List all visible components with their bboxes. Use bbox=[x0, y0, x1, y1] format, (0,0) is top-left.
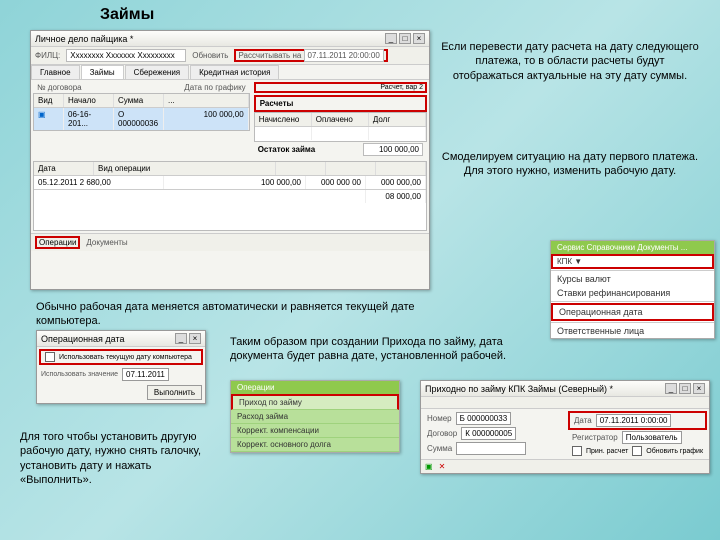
refresh-button[interactable]: Обновить bbox=[192, 51, 228, 60]
use-value-label: Использовать значение bbox=[41, 371, 118, 378]
doc-sum-label: Сумма bbox=[427, 444, 452, 453]
cell-sum: 100 000,00 bbox=[164, 108, 249, 130]
chk-calc-label: Прин. расчет bbox=[586, 448, 628, 455]
close-button[interactable]: × bbox=[413, 33, 425, 44]
chk-label: Использовать текущую дату компьютера bbox=[59, 354, 192, 361]
sched-cell-4: 08 000,00 bbox=[366, 190, 426, 203]
ops-item-corr2[interactable]: Коррект. основного долга bbox=[231, 438, 399, 452]
note-3: Обычно рабочая дата меняется автоматичес… bbox=[36, 300, 436, 329]
doc-cancel-icon[interactable]: ✕ bbox=[439, 462, 446, 471]
label-date: Дата по графику bbox=[184, 83, 245, 92]
doc-date-input[interactable]: 07.11.2011 0:00:00 bbox=[596, 414, 672, 427]
ops-item-expense[interactable]: Расход займа bbox=[231, 410, 399, 424]
menu-item-resp[interactable]: Ответственные лица bbox=[551, 324, 714, 338]
doc-date-label: Дата bbox=[574, 416, 592, 425]
col-start: Начало bbox=[64, 94, 114, 107]
ops-item-income[interactable]: Приход по займу bbox=[231, 394, 399, 410]
slide-title: Займы bbox=[100, 6, 154, 24]
section-remain: Остаток займа bbox=[258, 145, 315, 154]
menu-item-refi[interactable]: Ставки рефинансирования bbox=[551, 286, 714, 300]
min-button[interactable]: _ bbox=[385, 33, 397, 44]
ops-head[interactable]: Операции bbox=[231, 381, 399, 394]
dlg-close[interactable]: × bbox=[189, 333, 201, 344]
doc-reg-input[interactable]: Пользователь bbox=[622, 431, 682, 444]
note-2: Смоделируем ситуацию на дату первого пла… bbox=[440, 150, 700, 179]
menu-item-rates[interactable]: Курсы валют bbox=[551, 272, 714, 286]
doc-num-input[interactable]: Б 000000033 bbox=[456, 412, 512, 425]
col-charged: Начислено bbox=[255, 113, 312, 126]
sched-cell-3: 000 000,00 bbox=[366, 176, 426, 189]
use-current-checkbox[interactable] bbox=[45, 352, 55, 362]
cell-contract-ref: О 000000036 bbox=[114, 108, 164, 130]
cell-link-icon: ▣ bbox=[34, 108, 64, 130]
opdate-input[interactable]: 07.11.2011 bbox=[122, 368, 169, 381]
label-contract: № договора bbox=[37, 83, 82, 92]
section-calc: Расчеты bbox=[254, 95, 427, 112]
main-tabs: Главное Займы Сбережения Кредитная истор… bbox=[31, 65, 429, 80]
remain-value: 100 000,00 bbox=[363, 143, 423, 156]
chk-update[interactable] bbox=[632, 446, 642, 456]
highlight-calc-var: Расчет, вар 2 bbox=[254, 82, 427, 93]
main-toolbar: ФИЛЦ: Хххххххх Ххххххх Ххххххххх Обновит… bbox=[31, 47, 429, 65]
label-name: ФИЛЦ: bbox=[35, 51, 60, 60]
doc-reg-label: Регистратор bbox=[572, 433, 618, 442]
doc-window: Приходно по займу КПК Займы (Северный) *… bbox=[420, 380, 710, 474]
cell-contract-date: 06-16-201... bbox=[64, 108, 114, 130]
calc-grid: Начислено Оплачено Долг bbox=[254, 112, 427, 142]
chk-update-label: Обновить график bbox=[646, 448, 703, 455]
doc-contract-label: Договор bbox=[427, 429, 457, 438]
doc-ok-icon[interactable]: ▣ bbox=[425, 462, 433, 471]
tab-credit[interactable]: Кредитная история bbox=[190, 65, 279, 79]
ops-item-corr1[interactable]: Коррект. компенсации bbox=[231, 424, 399, 438]
menu-kpc[interactable]: КПК ▼ bbox=[551, 254, 714, 269]
schedule-grid[interactable]: Дата Вид операции 05.12.2011 2 680,00 10… bbox=[33, 161, 427, 231]
doc-num-label: Номер bbox=[427, 414, 452, 423]
sched-cell-0: 05.12.2011 2 680,00 bbox=[34, 176, 164, 189]
doc-contract-input[interactable]: К 000000005 bbox=[461, 427, 516, 440]
chk-calc[interactable] bbox=[572, 446, 582, 456]
doc-title: Приходно по займу КПК Займы (Северный) * bbox=[425, 384, 613, 394]
sched-cell-1: 100 000,00 bbox=[164, 176, 306, 189]
menu-item-opdate[interactable]: Операционная дата bbox=[551, 303, 714, 321]
col-vid: Вид bbox=[34, 94, 64, 107]
note-5: Для того чтобы установить другую рабочую… bbox=[20, 430, 220, 487]
contracts-grid[interactable]: Вид Начало Сумма ... ▣ 06-16-201... О 00… bbox=[33, 93, 250, 131]
sched-cell-2: 000 000 00 bbox=[306, 176, 366, 189]
doc-max[interactable]: □ bbox=[679, 383, 691, 394]
main-title: Личное дело пайщика * bbox=[35, 34, 133, 44]
sched-col-op: Вид операции bbox=[94, 162, 276, 175]
calc-date-input[interactable]: 07.11.2011 20:00:00 bbox=[304, 49, 384, 62]
documents-button[interactable]: Документы bbox=[86, 238, 127, 247]
note-4: Таким образом при создании Прихода по за… bbox=[230, 335, 550, 364]
col-sum: Сумма bbox=[114, 94, 164, 107]
col-paid: Оплачено bbox=[312, 113, 369, 126]
tab-savings[interactable]: Сбережения bbox=[125, 65, 190, 79]
calc-date-group: Рассчитывать на 07.11.2011 20:00:00 bbox=[234, 49, 387, 62]
tab-loans[interactable]: Займы bbox=[81, 65, 124, 79]
doc-close[interactable]: × bbox=[693, 383, 705, 394]
sched-col-date: Дата bbox=[34, 162, 94, 175]
menu-head: Сервис Справочники Документы ... bbox=[551, 241, 714, 254]
operations-menu: Операции Приход по займу Расход займа Ко… bbox=[230, 380, 400, 453]
main-window: Личное дело пайщика * _ □ × ФИЛЦ: Хххххх… bbox=[30, 30, 430, 290]
calc-on-button[interactable]: Рассчитывать на bbox=[238, 51, 301, 60]
col-debt: Долг bbox=[369, 113, 426, 126]
doc-sum-input[interactable] bbox=[456, 442, 526, 455]
service-menu: Сервис Справочники Документы ... КПК ▼ К… bbox=[550, 240, 715, 339]
note-1: Если перевести дату расчета на дату след… bbox=[440, 40, 700, 83]
opdate-dialog: Операционная дата _× Использовать текущу… bbox=[36, 330, 206, 404]
tab-main[interactable]: Главное bbox=[31, 65, 80, 79]
name-field[interactable]: Хххххххх Ххххххх Ххххххххх bbox=[66, 49, 186, 62]
max-button[interactable]: □ bbox=[399, 33, 411, 44]
doc-min[interactable]: _ bbox=[665, 383, 677, 394]
dlg-min[interactable]: _ bbox=[175, 333, 187, 344]
operations-button[interactable]: Операции bbox=[35, 236, 80, 249]
opdate-title: Операционная дата bbox=[41, 334, 124, 344]
col-etc: ... bbox=[164, 94, 249, 107]
main-titlebar: Личное дело пайщика * _ □ × bbox=[31, 31, 429, 47]
execute-button[interactable]: Выполнить bbox=[147, 385, 202, 400]
